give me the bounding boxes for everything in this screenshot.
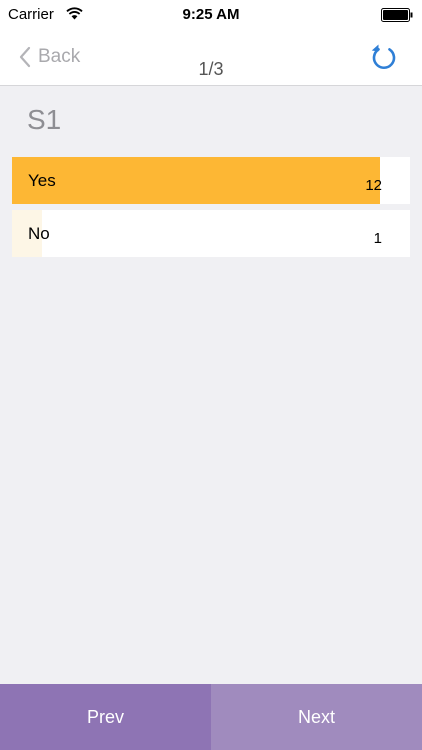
answer-row-no: No 1 [12,210,410,257]
refresh-icon [371,44,396,70]
answer-row-yes: Yes 12 [12,157,410,204]
battery-icon [381,8,413,22]
page-indicator: 1/3 [198,59,224,79]
answer-count: 12 [365,177,382,194]
answer-label: No [28,224,50,243]
answer-bar-yes [12,157,381,204]
refresh-button[interactable] [369,42,399,72]
clock: 9:25 AM [182,6,240,23]
question-title: S1 [27,104,62,135]
answer-label: Yes [28,171,56,190]
prev-button[interactable]: Prev [0,684,211,750]
next-button[interactable]: Next [211,684,422,750]
navigation-bar: Back 1/3 [0,30,422,86]
status-bar: Carrier 9:25 AM [0,0,422,30]
answer-count: 1 [373,230,382,247]
